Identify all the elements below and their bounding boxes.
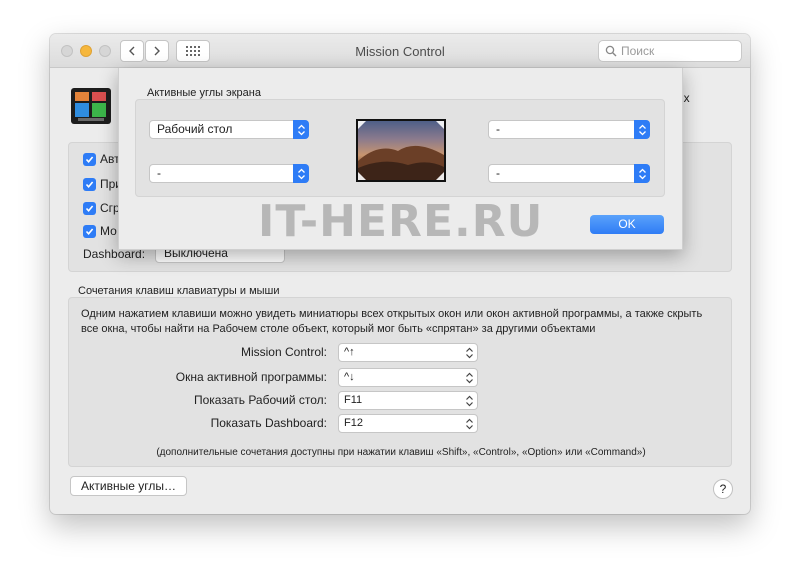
ok-button[interactable]: OK: [590, 215, 664, 234]
shortcut-label: Показать Рабочий стол:: [193, 393, 327, 407]
checkbox-checked[interactable]: [83, 152, 96, 166]
updown-arrows-icon: [466, 372, 473, 384]
shortcut-select[interactable]: ^↑: [338, 343, 478, 362]
checkbox-checked[interactable]: [83, 201, 96, 215]
titlebar: Mission Control Поиск: [50, 34, 750, 68]
hot-corners-button[interactable]: Активные углы…: [70, 476, 187, 496]
checkbox-checked[interactable]: [83, 224, 96, 238]
bottom-right-corner-select[interactable]: -: [488, 164, 650, 183]
shortcut-value: ^↓: [344, 371, 355, 383]
updown-arrows-icon: [466, 347, 473, 359]
search-icon: [605, 45, 617, 57]
top-right-corner-select[interactable]: -: [488, 120, 650, 139]
shortcut-value: F12: [344, 417, 363, 429]
checkbox-checked[interactable]: [83, 177, 96, 191]
search-placeholder: Поиск: [621, 44, 655, 58]
select-value: Рабочий стол: [157, 122, 233, 136]
help-button[interactable]: ?: [713, 479, 733, 499]
shortcut-row-show-dashboard: Показать Dashboard: F12: [69, 414, 733, 433]
shortcuts-footnote: (дополнительные сочетания доступны при н…: [156, 447, 646, 458]
option-label: Сгр: [100, 201, 120, 215]
top-left-corner-select[interactable]: Рабочий стол: [149, 120, 309, 139]
corners-box: Рабочий стол - - -: [135, 99, 665, 197]
checkmark-icon: [85, 155, 94, 163]
select-value: -: [157, 166, 161, 180]
shortcut-select[interactable]: F11: [338, 391, 478, 410]
shortcut-value: F11: [344, 394, 363, 406]
option-row-2[interactable]: При: [83, 176, 122, 192]
checkmark-icon: [85, 204, 94, 212]
shortcut-row-mission-control: Mission Control: ^↑: [69, 343, 733, 362]
updown-arrows-icon: [634, 164, 650, 183]
shortcut-label: Mission Control:: [240, 345, 327, 359]
shortcut-row-app-windows: Окна активной программы: ^↓: [69, 368, 733, 387]
watermark: IT-HERE.RU: [258, 196, 544, 247]
bottom-left-corner-select[interactable]: -: [149, 164, 309, 183]
option-row-1[interactable]: Авт: [83, 151, 120, 167]
select-value: -: [496, 122, 500, 136]
wallpaper-thumbnail: [358, 121, 444, 180]
shortcut-select[interactable]: F12: [338, 414, 478, 433]
updown-arrows-icon: [293, 164, 309, 183]
desktop-preview: [356, 119, 446, 182]
shortcuts-section-title: Сочетания клавиш клавиатуры и мыши: [78, 285, 280, 297]
updown-arrows-icon: [466, 418, 473, 430]
shortcut-label: Показать Dashboard:: [210, 416, 327, 430]
option-label: Мо: [100, 224, 117, 238]
updown-arrows-icon: [634, 120, 650, 139]
sheet-title: Активные углы экрана: [147, 87, 261, 99]
search-field[interactable]: Поиск: [598, 40, 742, 62]
updown-arrows-icon: [293, 120, 309, 139]
option-row-4[interactable]: Мо: [83, 223, 117, 239]
updown-arrows-icon: [466, 395, 473, 407]
select-value: -: [496, 166, 500, 180]
mission-control-icon: [71, 88, 111, 124]
option-row-3[interactable]: Сгр: [83, 200, 120, 216]
shortcut-select[interactable]: ^↓: [338, 368, 478, 387]
option-label: Авт: [100, 152, 120, 166]
shortcut-value: ^↑: [344, 346, 355, 358]
shortcut-row-show-desktop: Показать Рабочий стол: F11: [69, 391, 733, 410]
shortcuts-panel: Одним нажатием клавиши можно увидеть мин…: [68, 297, 732, 467]
shortcut-label: Окна активной программы:: [175, 370, 327, 384]
checkmark-icon: [85, 227, 94, 235]
shortcuts-description: Одним нажатием клавиши можно увидеть мин…: [81, 308, 703, 335]
checkmark-icon: [85, 180, 94, 188]
